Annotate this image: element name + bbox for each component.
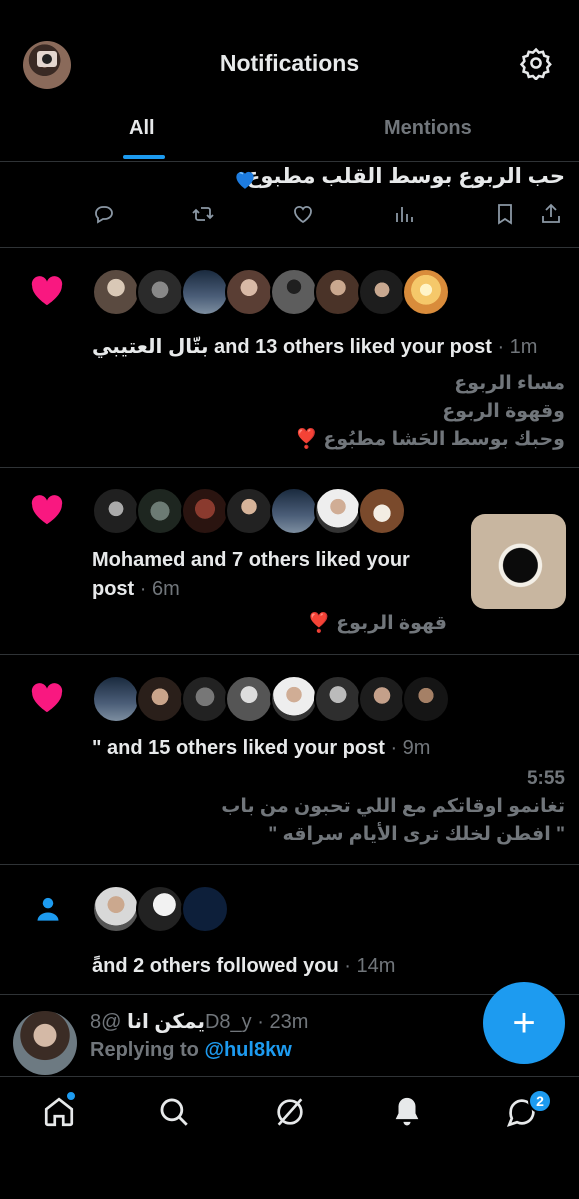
avatar[interactable]: [181, 268, 229, 316]
avatar[interactable]: [270, 268, 318, 316]
avatar[interactable]: [136, 487, 184, 535]
post-card[interactable]: حب الربوع بوسط القلب مطبوع: [0, 162, 579, 248]
replying-handle[interactable]: @hul8kw: [204, 1039, 291, 1061]
repost-icon[interactable]: [191, 202, 215, 226]
share-icon[interactable]: [539, 202, 563, 226]
notification-message: Mohamed and 7 others liked your: [92, 549, 410, 571]
gear-icon[interactable]: [519, 46, 553, 80]
notification-text: ًand 2 others followed you · 14m: [92, 952, 395, 981]
quote-line: قهوة الربوع ❣️: [307, 613, 447, 634]
liker-avatars: [92, 675, 452, 723]
notification-message: post: [92, 578, 135, 600]
blue-heart-emoji-icon: [236, 171, 254, 189]
quote-line: 5:55: [526, 768, 565, 789]
avatar[interactable]: [270, 487, 318, 535]
notification-message: بتّال العتيبي and 13 others liked your p…: [92, 336, 492, 358]
avatar[interactable]: [402, 675, 450, 723]
liker-avatars: [92, 268, 452, 316]
avatar[interactable]: [358, 268, 406, 316]
post-quote: 5:55 تغانمو اوقاتكم مع اللي تحبون من باب…: [221, 765, 565, 849]
avatar[interactable]: [136, 268, 184, 316]
replying-prefix: Replying to: [90, 1039, 199, 1061]
person-icon: [37, 897, 59, 921]
bookmark-icon[interactable]: [493, 202, 517, 226]
timestamp: · 14m: [344, 955, 396, 977]
heart-icon: [31, 276, 63, 306]
quote-line: " افطن لخلك ترى الأيام سراقه ": [268, 824, 565, 845]
timestamp: · 1m: [497, 336, 538, 358]
avatar[interactable]: [92, 885, 140, 933]
avatar[interactable]: [181, 675, 229, 723]
quote-line: وحبك بوسط الحَشا مطبُوع ❣️: [294, 429, 565, 450]
bell-icon[interactable]: [390, 1095, 424, 1129]
notification-message: " and 15 others liked your post: [92, 737, 385, 759]
page-title: Notifications: [219, 50, 360, 76]
post-quote: مساء الربوع وقهوة الربوع وحبك بوسط الحَش…: [294, 370, 565, 454]
avatar[interactable]: [225, 487, 273, 535]
grok-icon[interactable]: [273, 1095, 307, 1129]
avatar[interactable]: [314, 487, 362, 535]
avatar[interactable]: [181, 487, 229, 535]
like-icon[interactable]: [291, 202, 315, 226]
post-thumbnail[interactable]: [471, 514, 566, 609]
post-actions: [0, 202, 579, 232]
notification-text: Mohamed and 7 others liked your post · 6…: [92, 546, 462, 604]
avatar[interactable]: [314, 268, 362, 316]
avatar[interactable]: [358, 675, 406, 723]
notification-message: ًand 2 others followed you: [92, 955, 339, 977]
avatar[interactable]: [181, 885, 229, 933]
avatar[interactable]: [13, 1011, 77, 1075]
avatar[interactable]: [358, 487, 406, 535]
search-icon[interactable]: [157, 1095, 191, 1129]
avatar[interactable]: [270, 675, 318, 723]
compose-button[interactable]: +: [483, 982, 565, 1064]
post-quote: قهوة الربوع ❣️: [307, 610, 447, 638]
liker-avatars: [92, 487, 412, 535]
display-name: يمكن انا: [127, 1011, 205, 1033]
bottom-navigation: 2: [0, 1077, 579, 1199]
notification-like[interactable]: بتّال العتيبي and 13 others liked your p…: [0, 248, 579, 468]
post-text: حب الربوع بوسط القلب مطبوع: [246, 165, 565, 188]
tab-mentions[interactable]: Mentions: [384, 117, 472, 140]
tab-all[interactable]: All: [129, 117, 155, 140]
quote-line: مساء الربوع: [454, 373, 565, 394]
notification-text: " and 15 others liked your post · 9m: [92, 734, 430, 763]
home-unread-dot: [66, 1091, 76, 1101]
notification-follow[interactable]: ًand 2 others followed you · 14m: [0, 865, 579, 995]
tab-bar: All Mentions: [0, 112, 579, 162]
avatar[interactable]: [136, 885, 184, 933]
replying-to: Replying to @hul8kw: [90, 1039, 292, 1062]
heart-icon: [31, 495, 63, 525]
timestamp: · 6m: [139, 578, 180, 600]
avatar[interactable]: [402, 268, 450, 316]
avatar[interactable]: [92, 268, 140, 316]
avatar[interactable]: [92, 675, 140, 723]
views-icon[interactable]: [393, 202, 417, 226]
notification-like[interactable]: Mohamed and 7 others liked your post · 6…: [0, 468, 579, 655]
reply-header: يمكن انا @8D8_y · 23m: [90, 1009, 308, 1034]
timestamp: · 23m: [257, 1011, 309, 1033]
avatar[interactable]: [225, 675, 273, 723]
messages-badge: 2: [528, 1089, 552, 1113]
tab-indicator: [123, 155, 165, 159]
heart-icon: [31, 683, 63, 713]
avatar[interactable]: [92, 487, 140, 535]
quote-line: تغانمو اوقاتكم مع اللي تحبون من باب: [221, 796, 565, 817]
notification-text: بتّال العتيبي and 13 others liked your p…: [92, 333, 537, 362]
notification-like[interactable]: " and 15 others liked your post · 9m 5:5…: [0, 655, 579, 865]
follower-avatars: [92, 885, 232, 933]
avatar[interactable]: [225, 268, 273, 316]
reply-icon[interactable]: [92, 202, 116, 226]
timestamp: · 9m: [390, 737, 431, 759]
avatar[interactable]: [314, 675, 362, 723]
top-bar: Notifications: [0, 0, 579, 112]
avatar[interactable]: [136, 675, 184, 723]
quote-line: وقهوة الربوع: [442, 401, 565, 422]
